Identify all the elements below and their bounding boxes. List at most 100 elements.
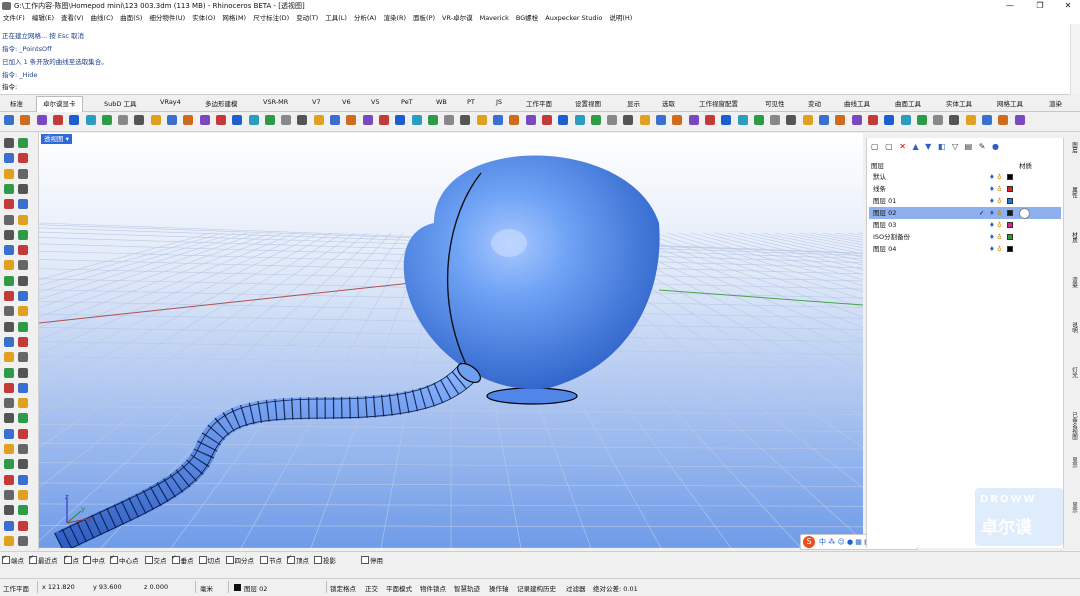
layer-row[interactable]: 图层 02 ✓ ♦ ♁ xyxy=(869,207,1061,219)
left-tool-icon[interactable] xyxy=(18,138,28,148)
sogou-icon[interactable]: S xyxy=(803,536,815,548)
left-tool-icon[interactable] xyxy=(4,321,14,332)
toolbar-tool-icon[interactable] xyxy=(574,115,585,125)
menu-panels[interactable]: 面板(P) xyxy=(413,12,435,24)
toolbar-tool-icon[interactable] xyxy=(541,115,552,125)
toolbar-tool-icon[interactable] xyxy=(411,115,422,125)
left-tool-icon[interactable] xyxy=(18,306,28,317)
tab-select[interactable]: 选取 xyxy=(662,98,675,108)
layer-color-swatch[interactable] xyxy=(1007,174,1013,180)
left-tool-icon[interactable] xyxy=(18,413,28,424)
tab-v6[interactable]: V6 xyxy=(342,98,351,106)
osnap-option[interactable]: 点 xyxy=(63,554,79,565)
left-tool-icon[interactable] xyxy=(4,352,14,363)
left-tool-icon[interactable] xyxy=(4,138,14,148)
osnap-checkbox[interactable] xyxy=(171,554,180,564)
osnap-option[interactable]: 最近点 xyxy=(29,554,58,565)
toolbar-tool-icon[interactable] xyxy=(851,115,862,125)
toolbar-tool-icon[interactable] xyxy=(85,115,96,125)
panel-tab[interactable]: 灯光 xyxy=(1066,367,1078,378)
toolbar-tool-icon[interactable] xyxy=(737,115,748,125)
menu-bg[interactable]: BG螺栓 xyxy=(516,12,538,24)
left-tool-icon[interactable] xyxy=(4,291,14,301)
command-scrollbar[interactable] xyxy=(1070,24,1080,94)
left-tool-icon[interactable] xyxy=(4,428,14,439)
toolbar-tool-icon[interactable] xyxy=(656,115,666,125)
osnap-checkbox[interactable] xyxy=(83,554,91,564)
toolbar-tool-icon[interactable] xyxy=(183,115,194,125)
menu-help[interactable]: 说明(H) xyxy=(609,12,632,24)
layer-row[interactable]: 图层 01 ♦ ♁ xyxy=(869,195,1061,207)
menu-mesh[interactable]: 网格(M) xyxy=(222,12,246,24)
panel-tab[interactable]: 材质 xyxy=(1066,232,1078,243)
tab-solid-tools[interactable]: 实体工具 xyxy=(946,98,972,108)
left-tool-icon[interactable] xyxy=(4,260,14,271)
tab-subd[interactable]: SubD 工具 xyxy=(104,98,136,108)
tab-transform[interactable]: 变动 xyxy=(808,98,821,108)
layer-color-swatch[interactable] xyxy=(1007,186,1013,192)
toggle-osnap[interactable]: 物件锁点 xyxy=(420,583,446,593)
toolbar-tool-icon[interactable] xyxy=(362,115,373,125)
left-tool-icon[interactable] xyxy=(18,489,28,500)
osnap-checkbox[interactable] xyxy=(29,554,37,564)
layer-color-swatch[interactable] xyxy=(1007,234,1013,240)
toolbar-tool-icon[interactable] xyxy=(36,115,47,125)
panel-tab[interactable]: 已命名视图 xyxy=(1066,412,1078,440)
toolbar-tool-icon[interactable] xyxy=(835,115,846,125)
layer-row[interactable]: 线条 ♦ ♁ xyxy=(869,183,1061,195)
toolbar-tool-icon[interactable] xyxy=(900,115,911,125)
osnap-checkbox[interactable] xyxy=(287,554,295,564)
lock-icon[interactable]: ♁ xyxy=(997,195,1002,207)
left-tool-icon[interactable] xyxy=(4,459,14,470)
left-tool-icon[interactable] xyxy=(18,367,28,378)
toggle-history[interactable]: 记录建构历史 xyxy=(517,583,556,593)
left-tool-icon[interactable] xyxy=(18,260,28,271)
toolbar-tool-icon[interactable] xyxy=(704,115,715,125)
toolbar-tool-icon[interactable] xyxy=(69,115,80,125)
menu-transform[interactable]: 变动(T) xyxy=(296,12,318,24)
tab-polygon[interactable]: 多边形建模 xyxy=(205,98,238,108)
layer-row[interactable]: 图层 04 ♦ ♁ xyxy=(869,243,1061,255)
left-tool-icon[interactable] xyxy=(18,459,28,470)
tab-pt[interactable]: PT xyxy=(467,98,475,106)
left-tool-icon[interactable] xyxy=(4,229,14,240)
menu-view[interactable]: 查看(V) xyxy=(61,12,84,24)
base-ring[interactable] xyxy=(486,387,578,405)
toolbar-tool-icon[interactable] xyxy=(52,115,63,125)
toolbar-tool-icon[interactable] xyxy=(232,115,243,125)
lightbulb-icon[interactable]: ♦ xyxy=(989,207,995,219)
command-prompt[interactable]: 指令: xyxy=(2,81,17,91)
tab-v7[interactable]: V7 xyxy=(312,98,321,106)
left-tool-icon[interactable] xyxy=(4,336,14,347)
left-tool-icon[interactable] xyxy=(18,535,28,546)
toggle-filter[interactable]: 过滤器 xyxy=(566,583,586,593)
toolbar-tool-icon[interactable] xyxy=(819,115,829,125)
toolbar-tool-icon[interactable] xyxy=(721,115,732,125)
left-tool-icon[interactable] xyxy=(18,444,28,454)
panel-tab[interactable]: 渲染 xyxy=(1066,277,1078,288)
lightbulb-icon[interactable]: ♦ xyxy=(989,171,995,183)
layer-color-swatch[interactable] xyxy=(1007,198,1013,204)
left-tool-icon[interactable] xyxy=(4,168,14,179)
layer-color-swatch[interactable] xyxy=(1007,246,1013,252)
left-tool-icon[interactable] xyxy=(18,321,28,332)
toolbar-tool-icon[interactable] xyxy=(264,115,275,125)
layer-toolbar-icons[interactable]: ▢ ▢ ✕ ▲ ▼ ◧ ▽ ▤ ✎ ● xyxy=(871,142,1001,151)
tab-curve-tools[interactable]: 曲线工具 xyxy=(844,98,870,108)
toggle-gridsnap[interactable]: 锁定格点 xyxy=(330,583,356,593)
panel-tab[interactable]: 图层 xyxy=(1066,142,1078,153)
material-ball-icon[interactable] xyxy=(1019,208,1030,219)
toolbar-tool-icon[interactable] xyxy=(460,115,471,125)
close-button[interactable]: ✕ xyxy=(1058,0,1078,12)
tab-zhuoermo[interactable]: 卓尔谟显卡 xyxy=(36,96,83,112)
toolbar-tool-icon[interactable] xyxy=(297,115,308,125)
layer-color-swatch[interactable] xyxy=(1007,210,1013,216)
lock-icon[interactable]: ♁ xyxy=(997,219,1002,231)
left-tool-icon[interactable] xyxy=(4,474,14,485)
tab-standard[interactable]: 标准 xyxy=(10,98,23,108)
menu-vr[interactable]: VR-卓尔谟 xyxy=(442,12,473,24)
toggle-ortho[interactable]: 正交 xyxy=(365,583,378,593)
toolbar-tool-icon[interactable] xyxy=(378,115,389,125)
tab-wb[interactable]: WB xyxy=(436,98,447,106)
left-tool-icon[interactable] xyxy=(18,245,28,256)
